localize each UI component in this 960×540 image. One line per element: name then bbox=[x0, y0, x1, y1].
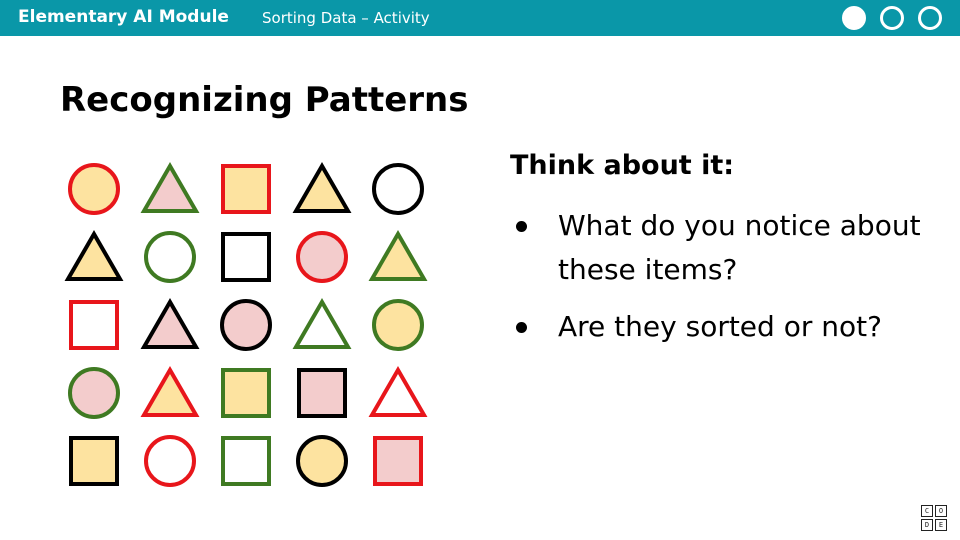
bullet-dot-icon bbox=[516, 322, 527, 333]
question-text: Are they sorted or not? bbox=[558, 310, 882, 343]
progress-dot-2 bbox=[880, 6, 904, 30]
red-yellow-square-icon bbox=[221, 164, 271, 214]
question-item: What do you notice about these items? bbox=[510, 204, 930, 292]
question-text: What do you notice about these items? bbox=[558, 209, 921, 286]
black-pink-square-icon bbox=[297, 368, 347, 418]
black-yellow-square-icon bbox=[69, 436, 119, 486]
black-pink-circle-icon bbox=[220, 299, 272, 351]
progress-dot-3 bbox=[918, 6, 942, 30]
black-white-circle-icon bbox=[372, 163, 424, 215]
activity-title: Sorting Data – Activity bbox=[262, 9, 430, 27]
green-yellow-triangle-icon bbox=[368, 230, 428, 281]
green-white-circle-icon bbox=[144, 231, 196, 283]
green-white-square-icon bbox=[221, 436, 271, 486]
module-title: Elementary AI Module bbox=[18, 7, 229, 27]
green-pink-triangle-icon bbox=[140, 162, 200, 213]
code-org-logo-icon: C O D E bbox=[921, 505, 947, 531]
green-pink-circle-icon bbox=[68, 367, 120, 419]
bullet-dot-icon bbox=[516, 221, 527, 232]
red-pink-square-icon bbox=[373, 436, 423, 486]
red-pink-circle-icon bbox=[296, 231, 348, 283]
header-bar: Elementary AI Module Sorting Data – Acti… bbox=[0, 0, 960, 36]
red-white-triangle-icon bbox=[368, 366, 428, 417]
black-yellow-triangle-icon bbox=[292, 162, 352, 213]
logo-letter: C bbox=[921, 505, 933, 517]
black-yellow-triangle-icon bbox=[64, 230, 124, 281]
green-yellow-circle-icon bbox=[372, 299, 424, 351]
slide-title: Recognizing Patterns bbox=[60, 80, 469, 120]
shape-grid bbox=[64, 162, 428, 487]
think-heading: Think about it: bbox=[510, 150, 735, 181]
red-yellow-triangle-icon bbox=[140, 366, 200, 417]
red-yellow-circle-icon bbox=[68, 163, 120, 215]
logo-letter: D bbox=[921, 519, 933, 531]
black-yellow-circle-icon bbox=[296, 435, 348, 487]
red-white-square-icon bbox=[69, 300, 119, 350]
green-white-triangle-icon bbox=[292, 298, 352, 349]
red-white-circle-icon bbox=[144, 435, 196, 487]
logo-letter: E bbox=[935, 519, 947, 531]
green-yellow-square-icon bbox=[221, 368, 271, 418]
black-pink-triangle-icon bbox=[140, 298, 200, 349]
progress-dot-1 bbox=[842, 6, 866, 30]
black-white-square-icon bbox=[221, 232, 271, 282]
question-list: What do you notice about these items? Ar… bbox=[510, 204, 930, 362]
question-item: Are they sorted or not? bbox=[510, 305, 930, 349]
logo-letter: O bbox=[935, 505, 947, 517]
